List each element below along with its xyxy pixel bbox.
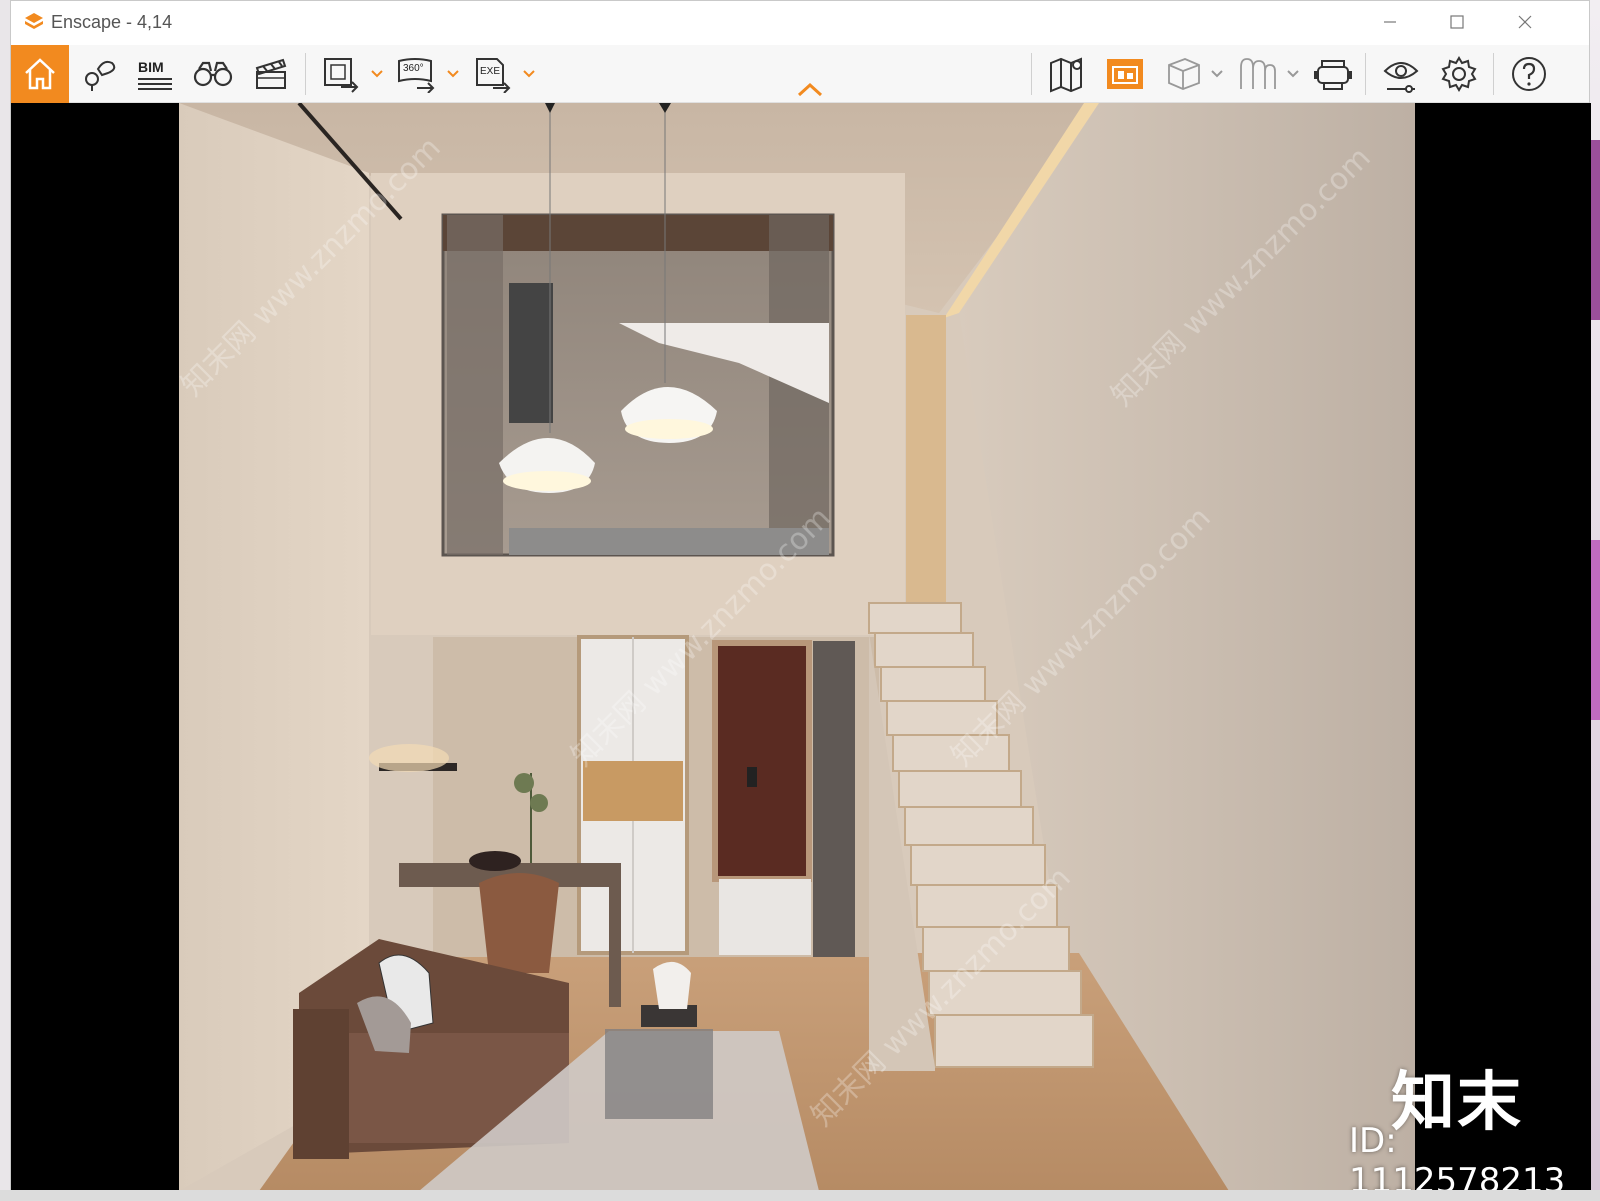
interior-render: 知末网 www.znzmo.com 知末网 www.znzmo.com 知末网 …: [179, 103, 1415, 1191]
home-icon: [25, 58, 55, 90]
toolbar-separator: [1031, 53, 1032, 95]
visual-settings-button[interactable]: [1373, 45, 1429, 103]
window-title: Enscape - 4,14: [51, 12, 173, 32]
help-button[interactable]: [1501, 45, 1557, 103]
asset-library-icon: [1107, 59, 1143, 89]
material-editor-button[interactable]: [1155, 45, 1211, 103]
asset-library-button[interactable]: [1097, 45, 1153, 103]
toolbar-separator: [1493, 53, 1494, 95]
close-icon: [1518, 15, 1532, 29]
bim-label: BIM: [138, 58, 164, 75]
render-viewport[interactable]: 知末网 www.znzmo.com 知末网 www.znzmo.com 知末网 …: [11, 103, 1591, 1201]
vr-headset-button[interactable]: [1305, 45, 1361, 103]
binoculars-icon: [193, 61, 233, 87]
chevron-down-icon: [1211, 70, 1223, 78]
views-button[interactable]: [71, 45, 127, 103]
bim-button[interactable]: BIM: [127, 45, 183, 103]
exe-export-icon: EXE: [473, 55, 513, 93]
desktop-window-edge: [1590, 540, 1600, 720]
desktop-taskbar-edge: [0, 1190, 1600, 1201]
eye-icon: [1383, 62, 1419, 93]
close-button[interactable]: [1503, 7, 1547, 37]
collapse-toolbar-chevron-icon[interactable]: [795, 81, 825, 101]
exe-label: EXE: [480, 66, 501, 77]
chevron-down-icon: [523, 70, 535, 78]
chevron-down-icon: [447, 70, 459, 78]
desktop-window-edge: [1590, 140, 1600, 320]
panorama-label: 360°: [403, 63, 424, 74]
home-button[interactable]: [11, 45, 69, 103]
views-icon: [85, 60, 116, 91]
screenshot-export-icon: [324, 58, 359, 93]
enscape-logo-icon: [25, 13, 43, 29]
panorama-export-dropdown[interactable]: [445, 65, 461, 83]
desktop-background: [1590, 0, 1600, 1201]
bim-icon: BIM: [138, 59, 172, 90]
exe-export-button[interactable]: EXE: [465, 45, 521, 103]
cube-icon: [1168, 58, 1200, 90]
exe-export-dropdown[interactable]: [521, 65, 537, 83]
atmosphere-icon: [1240, 58, 1276, 89]
toolbar-separator: [1365, 53, 1366, 95]
video-editor-button[interactable]: [243, 45, 299, 103]
vr-headset-icon: [1314, 60, 1352, 90]
chevron-down-icon: [1287, 70, 1299, 78]
material-editor-dropdown[interactable]: [1209, 65, 1225, 83]
atmosphere-button[interactable]: [1229, 45, 1285, 103]
screenshot-export-button[interactable]: [313, 45, 369, 103]
chevron-down-icon: [371, 70, 383, 78]
settings-button[interactable]: [1431, 45, 1487, 103]
help-icon: [1512, 57, 1546, 91]
map-icon: [1050, 57, 1082, 93]
toolbar-separator: [305, 53, 306, 95]
panorama-export-icon: 360°: [397, 55, 437, 93]
screenshot-export-dropdown[interactable]: [369, 65, 385, 83]
panorama-export-button[interactable]: 360°: [389, 45, 445, 103]
enscape-window: Enscape - 4,14 BIM 360° EXE 知末网 www.znzm…: [10, 0, 1591, 1201]
title-bar[interactable]: Enscape - 4,14: [11, 1, 1589, 45]
enscape-toolbar: BIM 360° EXE: [11, 45, 1589, 103]
watermark-id: ID: 1112578213: [1349, 1121, 1566, 1201]
clapperboard-icon: [255, 58, 287, 89]
map-button[interactable]: [1039, 45, 1095, 103]
minimize-button[interactable]: [1368, 7, 1412, 37]
binoculars-button[interactable]: [185, 45, 241, 103]
gear-icon: [1441, 56, 1477, 92]
atmosphere-dropdown[interactable]: [1285, 65, 1301, 83]
maximize-button[interactable]: [1435, 7, 1479, 37]
